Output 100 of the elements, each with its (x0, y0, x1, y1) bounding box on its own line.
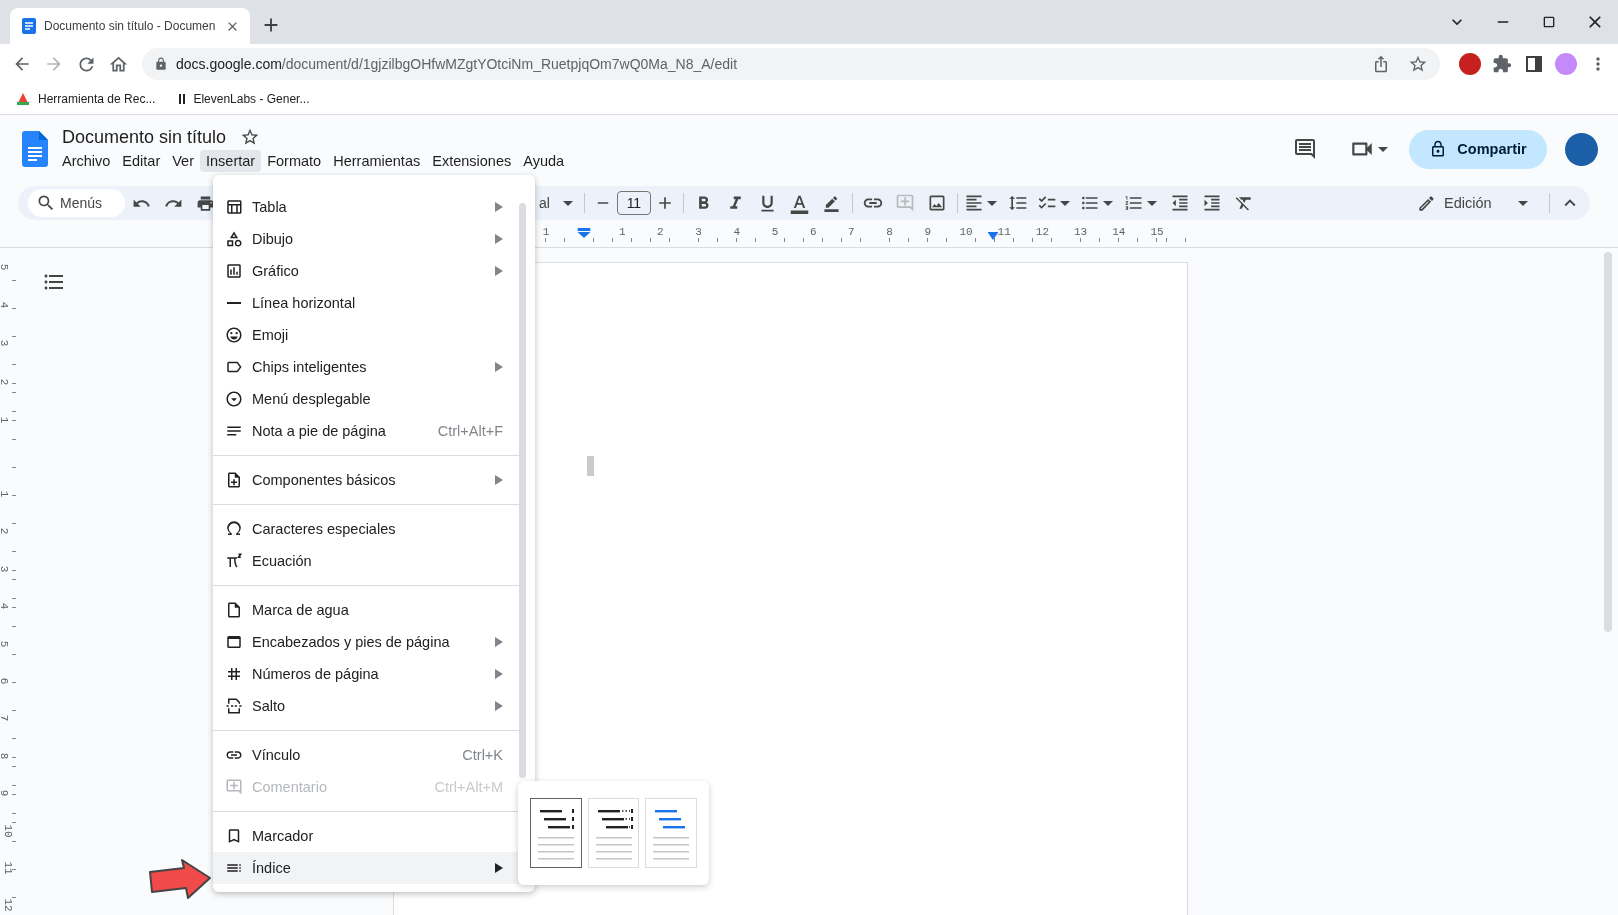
ruler-number: 8 (0, 752, 11, 760)
menu-item[interactable]: Ayuda (517, 149, 571, 172)
tab-title: Documento sin título - Documen (44, 19, 217, 33)
ruler-number: 2 (657, 226, 664, 238)
ruler-number: 6 (0, 677, 11, 685)
dropdown-icon (225, 390, 243, 408)
menu-item[interactable]: Encabezados y pies de página (213, 626, 519, 658)
menu-item[interactable]: Vínculo Ctrl+K (213, 739, 519, 771)
text-cursor (587, 456, 594, 476)
menu-item[interactable]: Salto (213, 690, 519, 722)
ruler-number: 11 (997, 226, 1011, 238)
menu-item[interactable]: Emoji (213, 319, 519, 351)
table-of-contents-preview-icon (651, 807, 692, 861)
docs-logo-icon[interactable] (22, 131, 48, 167)
menu-item[interactable]: Herramientas (327, 149, 427, 172)
scrollbar[interactable] (519, 203, 526, 778)
menu-item[interactable]: Archivo (56, 149, 117, 172)
ruler-number: 7 (0, 715, 11, 722)
menu-item[interactable]: Editar (116, 149, 167, 172)
menu-item[interactable]: Marca de agua (213, 594, 519, 626)
print-icon[interactable] (195, 193, 215, 213)
ruler-number: 4 (733, 226, 741, 238)
ruler-number: 2 (0, 378, 11, 385)
account-avatar[interactable] (1565, 132, 1598, 166)
caret-icon[interactable] (1102, 200, 1113, 206)
indent-marker-icon[interactable] (987, 232, 999, 240)
comment-icon[interactable] (1293, 137, 1317, 161)
caret-icon[interactable] (986, 200, 997, 206)
ruler-number: 3 (0, 565, 11, 573)
ruler-number: 15 (1150, 226, 1164, 238)
ruler-number: 4 (0, 602, 11, 610)
ruler-number: 1 (0, 490, 11, 498)
line-spacing-icon[interactable] (1007, 193, 1028, 213)
browser-tab[interactable]: Documento sin título - Documen (10, 8, 250, 44)
table-of-contents-preview-icon (535, 807, 576, 861)
chart-icon (225, 262, 243, 280)
caret-icon (1518, 200, 1528, 206)
pen-icon[interactable] (823, 194, 841, 212)
ruler-number: 5 (0, 640, 11, 647)
ruler-number: 2 (0, 528, 11, 535)
ruler-number: 1 (0, 416, 11, 424)
omega-icon (225, 520, 243, 538)
document-title[interactable]: Documento sin título (62, 126, 227, 148)
share-icon[interactable] (1372, 55, 1390, 73)
caret-icon[interactable] (562, 200, 573, 206)
menu-item[interactable]: Insertar (200, 149, 262, 172)
panel-icon (225, 633, 243, 651)
menu-item[interactable]: Menú desplegable (213, 383, 519, 415)
puzzle-icon[interactable] (1492, 54, 1512, 74)
search-field[interactable]: Menús (28, 189, 125, 217)
caret-icon[interactable] (1059, 200, 1070, 206)
lock-icon (154, 57, 168, 71)
shapes-icon (225, 230, 243, 248)
comment-icon (225, 778, 243, 796)
bookmark-link[interactable]: Herramienta de Rec... (16, 92, 156, 106)
menu-item[interactable]: Marcador (213, 820, 519, 852)
menu-item[interactable]: Tabla (213, 191, 519, 223)
ruler-number: 5 (0, 263, 11, 271)
ruler-number: 13 (1074, 226, 1088, 238)
caret-icon[interactable] (1146, 200, 1157, 206)
extension-icon[interactable] (1459, 53, 1481, 75)
scrollbar[interactable] (1604, 252, 1612, 632)
menu-item[interactable]: Índice (213, 852, 519, 884)
bars-icon (179, 94, 186, 104)
side-panel-icon[interactable] (1526, 56, 1542, 72)
document-icon (22, 18, 36, 34)
menu-item[interactable]: Números de página (213, 658, 519, 690)
font-name: al (539, 195, 550, 211)
ruler-number: 1 (542, 226, 550, 238)
menu-item[interactable]: Componentes básicos (213, 464, 519, 496)
numbered-list-icon[interactable] (1123, 193, 1144, 213)
mode-button[interactable]: Edición (1401, 189, 1531, 217)
ruler-number: 3 (695, 226, 702, 238)
ruler-number: 5 (771, 226, 779, 238)
bookmark-link[interactable]: ElevenLabs - Gener... (179, 92, 310, 106)
menu-item[interactable]: Ecuación (213, 545, 519, 577)
menu-item[interactable]: Chips inteligentes (213, 351, 519, 383)
triangle-icon (16, 92, 30, 106)
menu-item[interactable]: Línea horizontal (213, 287, 519, 319)
share-button[interactable]: Compartir (1409, 129, 1547, 169)
table-of-contents-option[interactable] (530, 798, 582, 868)
menu-item[interactable]: Caracteres especiales (213, 513, 519, 545)
menu-item[interactable]: Formato (261, 149, 328, 172)
ruler-number: 4 (0, 301, 11, 309)
address-field[interactable]: docs.google.com/document/d/1gjzilbgOHfwMZgtYOtciNm_RuetpjqOm7wQ0Ma_N8_A/edit (142, 48, 1440, 80)
caret-icon[interactable] (1378, 146, 1388, 152)
maximize-icon[interactable] (1541, 14, 1557, 30)
menu-item[interactable]: Dibujo (213, 223, 519, 255)
ruler-number: 10 (1, 824, 14, 838)
menu-item[interactable]: Nota a pie de página Ctrl+Alt+F (213, 415, 519, 447)
search-icon (36, 193, 56, 213)
menu-item[interactable]: Extensiones (426, 149, 518, 172)
font-size-field[interactable]: 11 (616, 191, 651, 215)
ruler-number: 3 (0, 340, 11, 347)
ruler-number: 9 (0, 789, 11, 797)
menu-item[interactable]: Gráfico (213, 255, 519, 287)
star-icon[interactable] (1408, 54, 1428, 74)
smiley-icon (225, 326, 243, 344)
menu-item[interactable]: Ver (166, 149, 200, 172)
indent-marker-icon[interactable] (577, 228, 591, 238)
